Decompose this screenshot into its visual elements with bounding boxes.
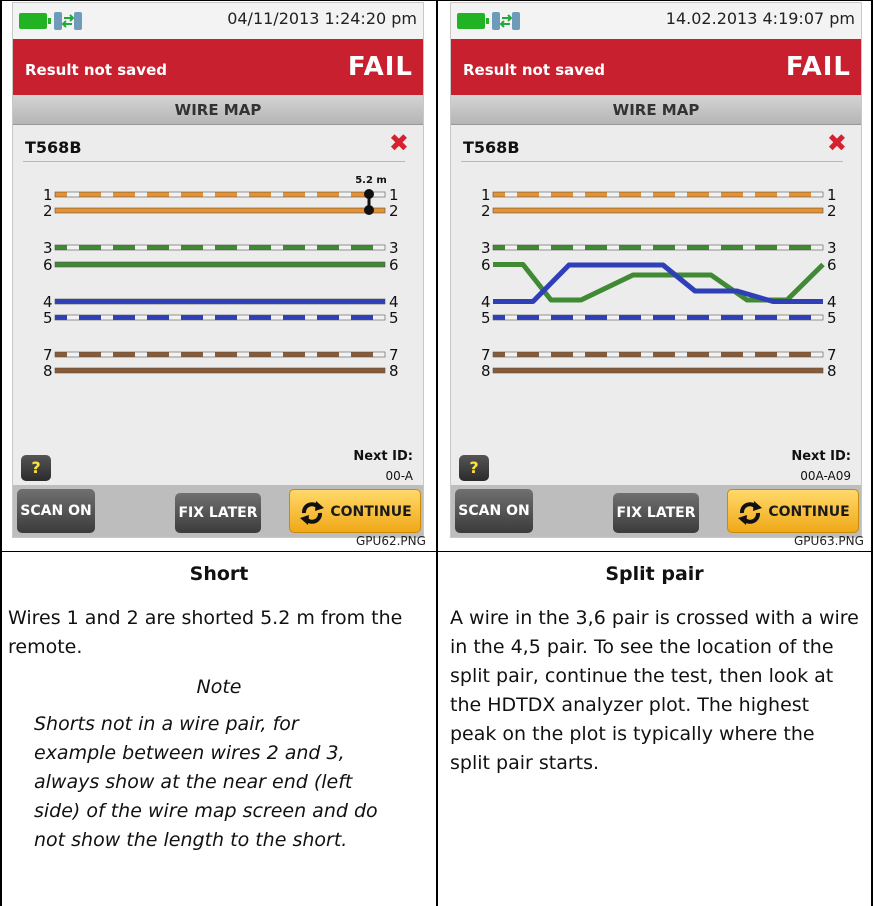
pin-left-2: 2 bbox=[481, 202, 491, 220]
refresh-icon bbox=[738, 501, 762, 525]
table-divider bbox=[436, 0, 438, 906]
battery-icon bbox=[19, 13, 51, 29]
clock: 04/11/2013 1:24:20 pm bbox=[227, 9, 417, 28]
fail-label: FAIL bbox=[785, 52, 851, 82]
help-button[interactable]: ? bbox=[459, 455, 489, 481]
pin-left-2: 2 bbox=[43, 202, 53, 220]
note-text: Shorts not in a wire pair, for example b… bbox=[34, 713, 378, 851]
fail-label: FAIL bbox=[347, 52, 413, 82]
standard-label: T568B bbox=[463, 138, 520, 157]
wire-1 bbox=[492, 191, 824, 198]
image-filename: GPU62.PNG bbox=[356, 534, 426, 548]
result-banner: Result not saved FAIL bbox=[451, 39, 861, 95]
save-status: Result not saved bbox=[463, 61, 605, 79]
wire-5 bbox=[54, 314, 386, 321]
fail-x-icon: ✖ bbox=[826, 129, 847, 157]
comparison-table: 04/11/2013 1:24:20 pm Result not saved F… bbox=[0, 0, 873, 906]
status-bar: 14.02.2013 4:19:07 pm bbox=[451, 3, 861, 39]
short-distance: 5.2 m bbox=[355, 175, 387, 186]
pin-left-3: 3 bbox=[481, 239, 491, 257]
wire-2 bbox=[492, 207, 824, 214]
continue-button[interactable]: CONTINUE bbox=[727, 489, 859, 533]
caption-text-short: Wires 1 and 2 are shorted 5.2 m from the… bbox=[8, 607, 403, 658]
screen-title: WIRE MAP bbox=[13, 95, 423, 125]
status-bar: 04/11/2013 1:24:20 pm bbox=[13, 3, 423, 39]
wire-2 bbox=[54, 207, 386, 214]
pin-right-8: 8 bbox=[827, 362, 837, 380]
pin-left-8: 8 bbox=[481, 362, 491, 380]
pin-right-6: 6 bbox=[389, 256, 399, 274]
table-border-left bbox=[0, 0, 2, 906]
fix-later-button[interactable]: FIX LATER bbox=[613, 493, 699, 533]
pin-right-2: 2 bbox=[827, 202, 837, 220]
pin-right-2: 2 bbox=[389, 202, 399, 220]
image-filename: GPU63.PNG bbox=[794, 534, 864, 548]
standard-label: T568B bbox=[25, 138, 82, 157]
continue-label: CONTINUE bbox=[330, 504, 412, 520]
refresh-icon bbox=[300, 501, 324, 525]
caption-title-split: Split pair bbox=[605, 563, 704, 585]
continue-button[interactable]: CONTINUE bbox=[289, 489, 421, 533]
pin-left-5: 5 bbox=[43, 309, 53, 327]
next-id-value: 00-A bbox=[385, 469, 413, 483]
wire-5 bbox=[492, 314, 824, 321]
tester-screen-split: 14.02.2013 4:19:07 pm Result not saved F… bbox=[450, 2, 862, 538]
pin-right-8: 8 bbox=[389, 362, 399, 380]
result-banner: Result not saved FAIL bbox=[13, 39, 423, 95]
short-dot-bottom bbox=[364, 205, 374, 215]
next-id-label: Next ID: bbox=[353, 449, 413, 464]
wire-7 bbox=[492, 351, 824, 358]
continue-label: CONTINUE bbox=[768, 504, 850, 520]
table-border-top bbox=[0, 0, 873, 1]
short-dot-top bbox=[364, 189, 374, 199]
header-separator bbox=[23, 161, 405, 162]
pin-left-3: 3 bbox=[43, 239, 53, 257]
scan-on-button[interactable]: SCAN ON bbox=[17, 489, 95, 533]
wire-map: 5.2 m 1 2 3 6 4 5 7 8 1 2 3 6 4 5 7 8 bbox=[43, 175, 399, 380]
wire-4-crossed bbox=[493, 262, 823, 304]
caption-title-short: Short bbox=[189, 563, 249, 585]
pin-left-8: 8 bbox=[43, 362, 53, 380]
pin-right-3: 3 bbox=[827, 239, 837, 257]
pin-left-5: 5 bbox=[481, 309, 491, 327]
row-divider bbox=[0, 551, 873, 552]
link-icon bbox=[54, 12, 82, 30]
button-bar: SCAN ON FIX LATER CONTINUE bbox=[451, 485, 861, 537]
scan-on-button[interactable]: SCAN ON bbox=[455, 489, 533, 533]
fix-later-button[interactable]: FIX LATER bbox=[175, 493, 261, 533]
wire-7 bbox=[54, 351, 386, 358]
wire-1 bbox=[54, 191, 386, 198]
next-id-value: 00A-A09 bbox=[800, 469, 851, 483]
wire-6 bbox=[54, 261, 386, 268]
pin-right-6: 6 bbox=[827, 256, 837, 274]
pin-left-6: 6 bbox=[43, 256, 53, 274]
wire-3 bbox=[492, 244, 824, 251]
battery-icon bbox=[457, 13, 489, 29]
pin-right-5: 5 bbox=[389, 309, 399, 327]
screen-title: WIRE MAP bbox=[451, 95, 861, 125]
header-separator bbox=[461, 161, 843, 162]
save-status: Result not saved bbox=[25, 61, 167, 79]
wire-4 bbox=[54, 298, 386, 305]
wire-map: 1 2 3 6 4 5 7 8 1 2 3 6 4 5 7 8 bbox=[481, 186, 837, 380]
clock: 14.02.2013 4:19:07 pm bbox=[665, 9, 855, 28]
wire-8 bbox=[492, 367, 824, 374]
wire-3 bbox=[54, 244, 386, 251]
pin-right-5: 5 bbox=[827, 309, 837, 327]
wire-8 bbox=[54, 367, 386, 374]
next-id-label: Next ID: bbox=[791, 449, 851, 464]
note-title: Note bbox=[196, 676, 242, 698]
help-button[interactable]: ? bbox=[21, 455, 51, 481]
pin-right-3: 3 bbox=[389, 239, 399, 257]
caption-text-split: A wire in the 3,6 pair is crossed with a… bbox=[450, 607, 859, 774]
link-icon bbox=[492, 12, 520, 30]
fail-x-icon: ✖ bbox=[388, 129, 409, 157]
pin-left-6: 6 bbox=[481, 256, 491, 274]
tester-screen-short: 04/11/2013 1:24:20 pm Result not saved F… bbox=[12, 2, 424, 538]
button-bar: SCAN ON FIX LATER CONTINUE bbox=[13, 485, 423, 537]
